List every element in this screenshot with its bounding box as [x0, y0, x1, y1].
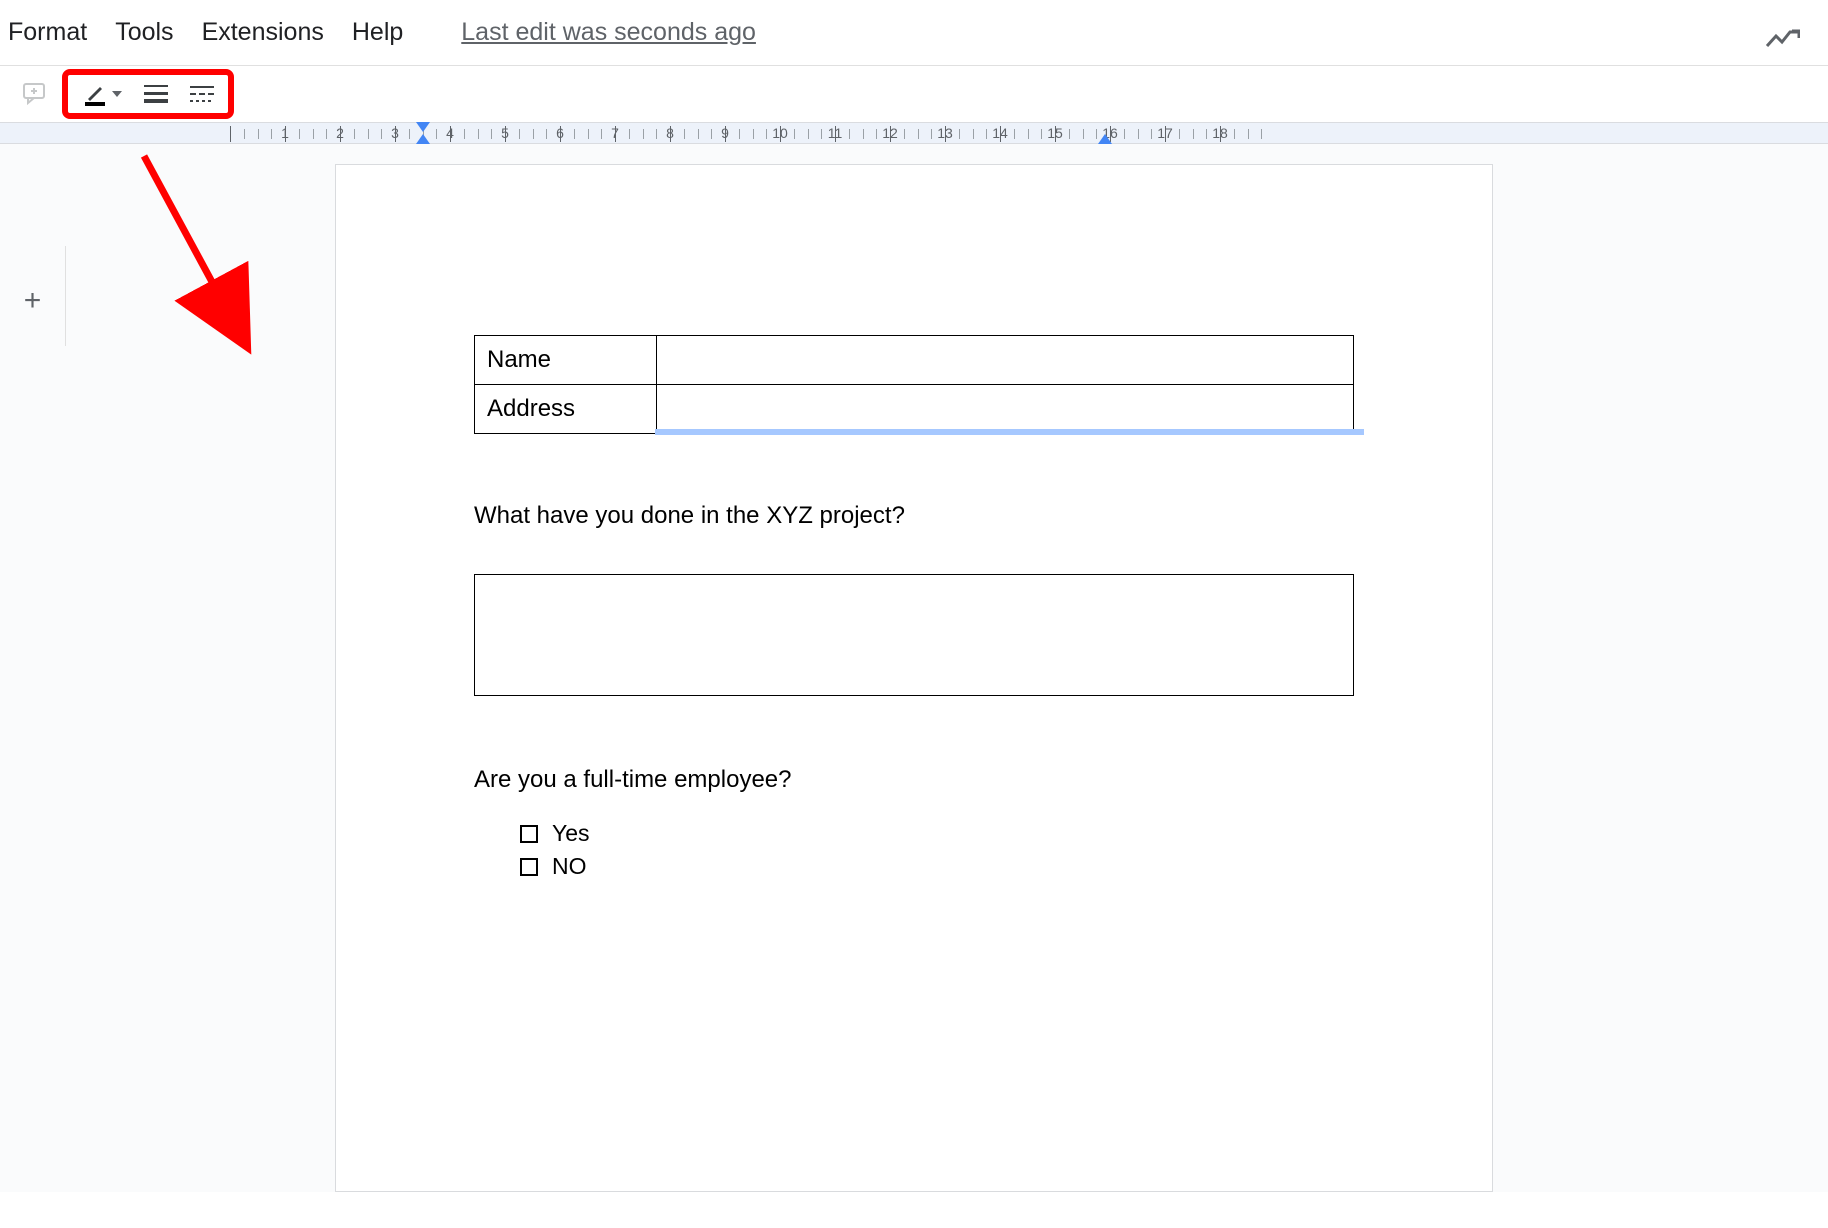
menu-tools[interactable]: Tools [115, 18, 173, 47]
border-style-button[interactable] [190, 86, 214, 102]
checklist-item-no[interactable]: NO [520, 853, 1354, 880]
question-2-text[interactable]: Are you a full-time employee? [474, 766, 1354, 794]
menu-extensions[interactable]: Extensions [202, 18, 324, 47]
answer-box[interactable] [474, 574, 1354, 696]
checklist-item-yes[interactable]: Yes [520, 820, 1354, 847]
document-page[interactable]: Name Address What have you done in the X… [335, 164, 1493, 1192]
question-1-text[interactable]: What have you done in the XYZ project? [474, 502, 1354, 530]
checkbox-icon[interactable] [520, 825, 538, 843]
table-cell-name-value[interactable] [657, 336, 1354, 385]
border-color-button[interactable] [82, 81, 122, 107]
table-cell-address-value[interactable] [657, 385, 1354, 434]
menu-format[interactable]: Format [8, 18, 87, 47]
border-width-button[interactable] [144, 85, 168, 103]
table-row[interactable]: Name [475, 336, 1354, 385]
outline-gutter: + [0, 246, 66, 346]
menu-bar: Format Tools Extensions Help Last edit w… [0, 0, 1828, 65]
checklist-label: Yes [552, 820, 590, 847]
table-border-selection [655, 429, 1364, 435]
checklist: Yes NO [520, 820, 1354, 880]
checklist-label: NO [552, 853, 587, 880]
table-row[interactable]: Address [475, 385, 1354, 434]
menu-help[interactable]: Help [352, 18, 403, 47]
table-cell-name-label[interactable]: Name [475, 336, 657, 385]
add-outline-button[interactable]: + [24, 284, 42, 318]
activity-icon[interactable] [1766, 28, 1800, 57]
add-comment-button[interactable] [20, 79, 50, 109]
horizontal-ruler[interactable]: 123456789101112131415161718 [0, 122, 1828, 144]
table-cell-address-label[interactable]: Address [475, 385, 657, 434]
document-canvas[interactable]: Name Address What have you done in the X… [0, 144, 1828, 1192]
last-edit-status[interactable]: Last edit was seconds ago [461, 18, 756, 47]
info-table[interactable]: Name Address [474, 335, 1354, 434]
checkbox-icon[interactable] [520, 858, 538, 876]
toolbar [0, 66, 1828, 122]
border-tools-highlight [62, 69, 234, 119]
